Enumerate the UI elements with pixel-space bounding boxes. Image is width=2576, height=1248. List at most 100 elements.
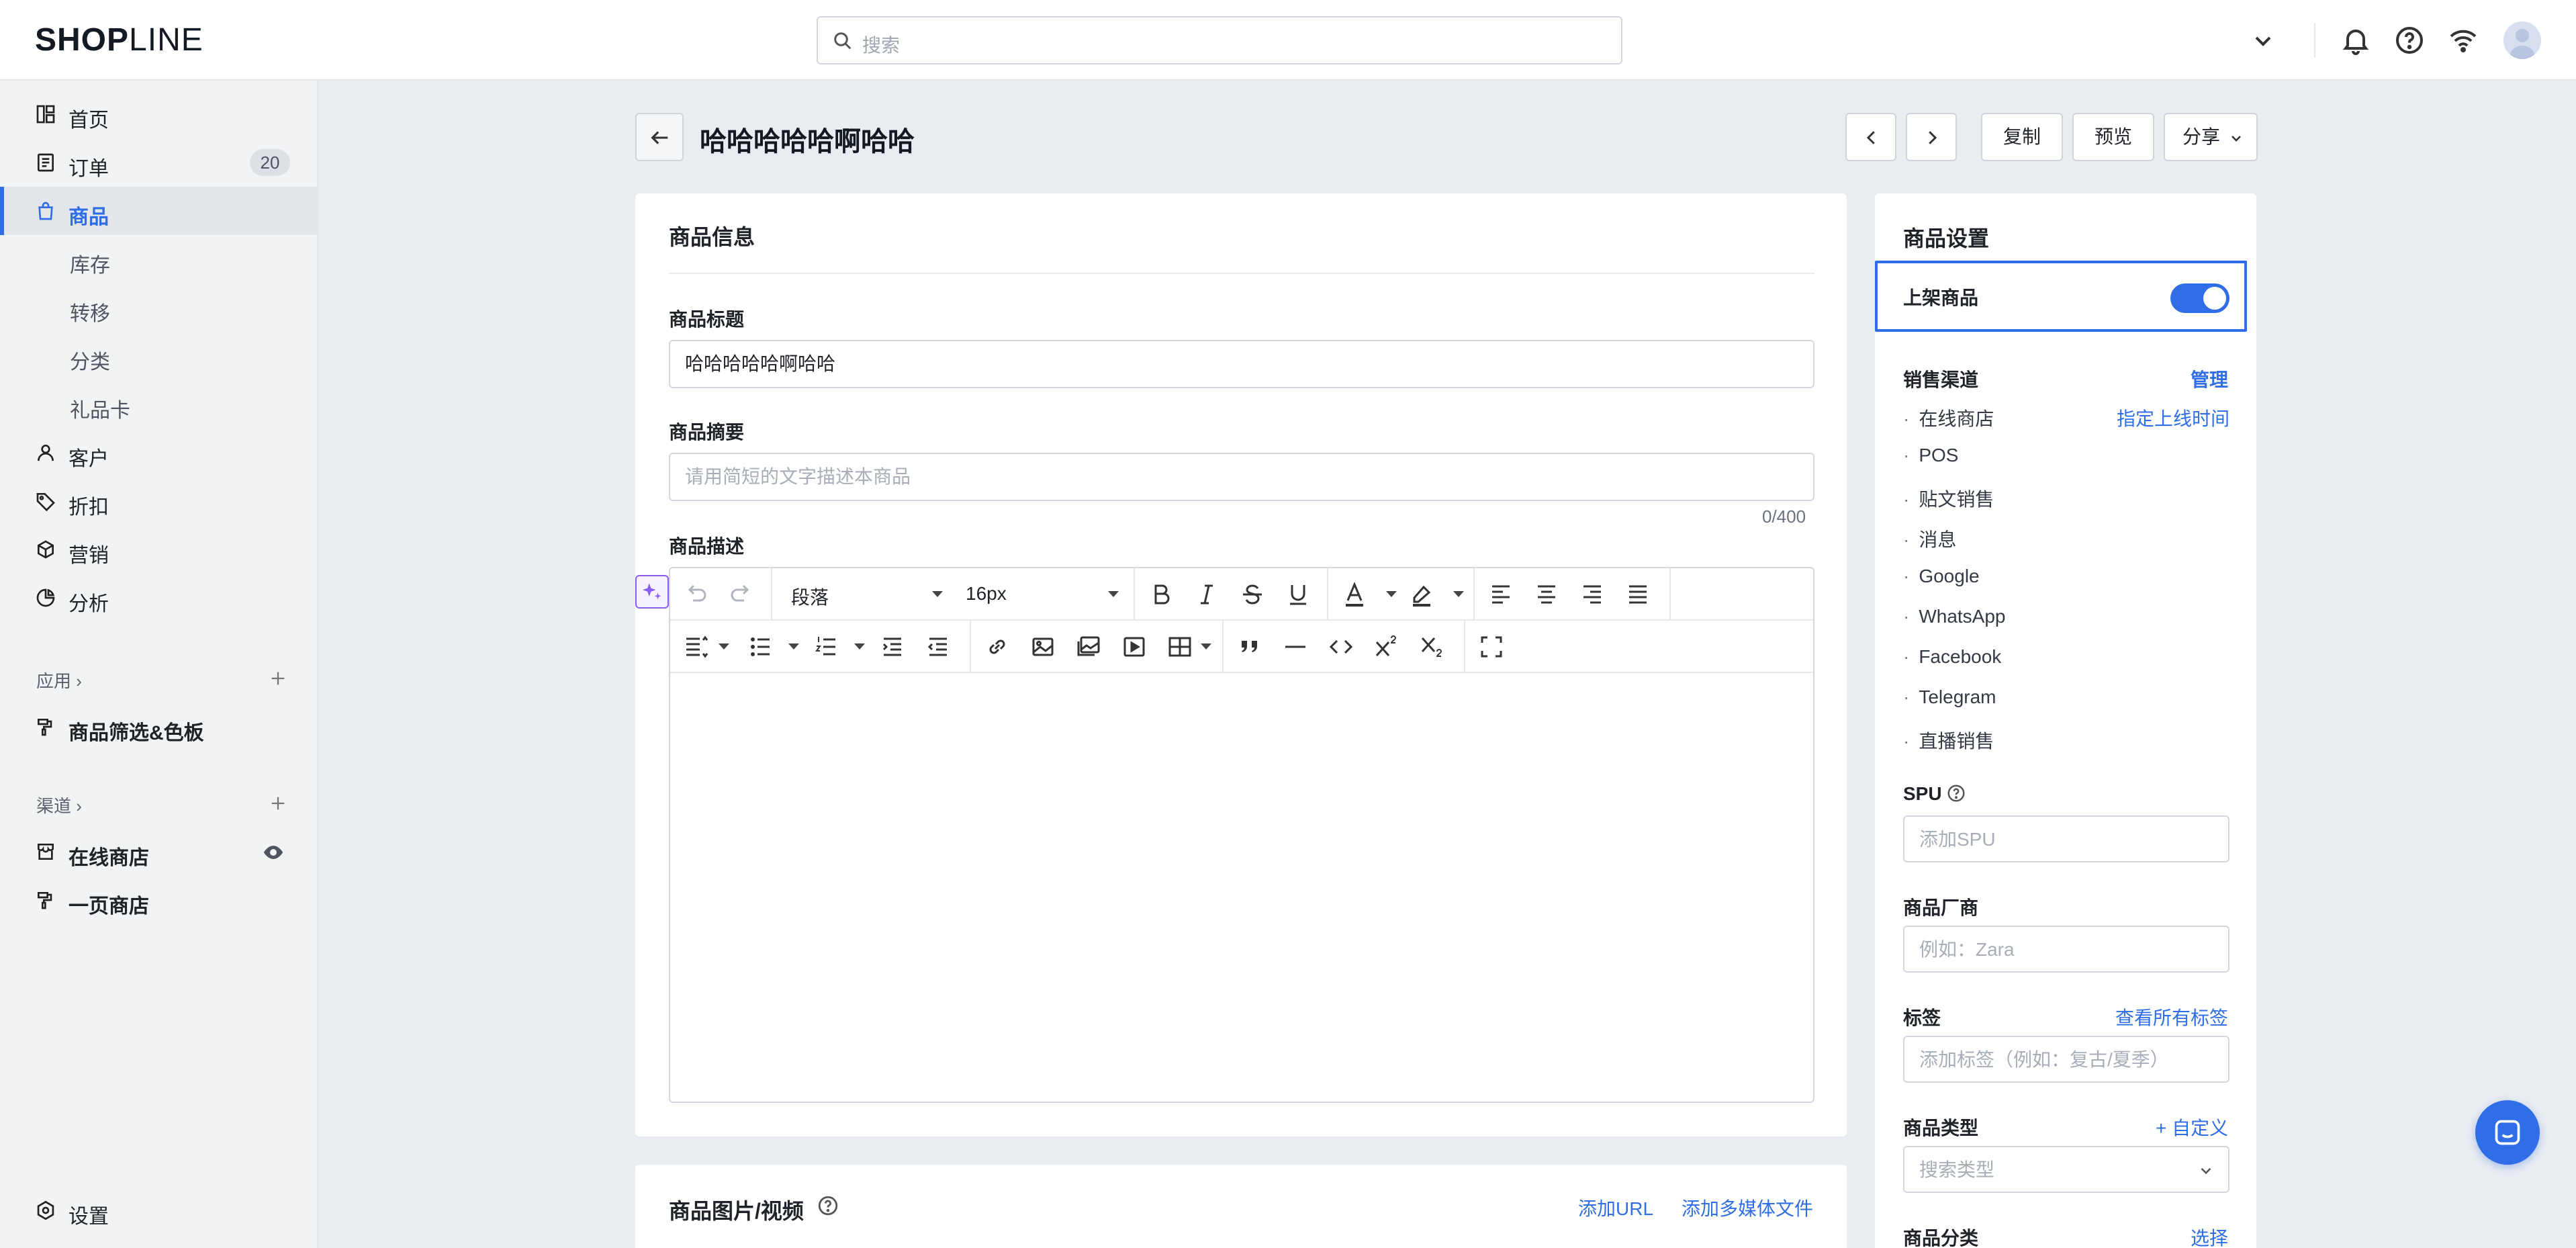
spu-input[interactable]: 添加SPU: [1903, 815, 2229, 862]
line-height-icon[interactable]: [680, 630, 713, 664]
chat-support-button[interactable]: [2475, 1100, 2540, 1165]
product-category-label: 商品分类: [1903, 1228, 1979, 1248]
back-button[interactable]: [635, 113, 684, 161]
order-icon: [38, 153, 54, 172]
chevron-down-icon[interactable]: [2247, 24, 2279, 56]
align-left-icon[interactable]: [1484, 578, 1518, 611]
eye-icon[interactable]: [262, 841, 285, 864]
wifi-icon[interactable]: [2447, 24, 2479, 56]
previous-product-button[interactable]: [1845, 113, 1896, 161]
sidebar-item-label: 首页: [68, 109, 109, 132]
text-color-icon[interactable]: [1338, 578, 1371, 611]
add-media-link[interactable]: 添加多媒体文件: [1682, 1194, 1813, 1221]
numbered-list-icon[interactable]: [810, 630, 843, 664]
sidebar-item-analytics[interactable]: 分析: [0, 574, 317, 622]
sidebar-item-marketing[interactable]: 营销: [0, 525, 317, 574]
table-caret-icon[interactable]: [1201, 643, 1211, 650]
select-category-link[interactable]: 选择: [2191, 1224, 2228, 1248]
sidebar-item-label: 商品: [68, 206, 109, 228]
tag-icon: [36, 493, 55, 512]
user-avatar[interactable]: [2503, 21, 2541, 59]
sidebar-item-online-store[interactable]: 在线商店: [0, 828, 317, 876]
manage-channels-link[interactable]: 管理: [2191, 365, 2228, 392]
bold-icon[interactable]: [1144, 578, 1178, 611]
bullet-list-icon[interactable]: [744, 630, 778, 664]
sidebar-item-one-page-store[interactable]: 一页商店: [0, 876, 317, 924]
sidebar-item-inventory[interactable]: 库存: [0, 235, 317, 283]
product-type-select[interactable]: 搜索类型: [1903, 1146, 2229, 1193]
paragraph-style-select[interactable]: 段落: [791, 583, 829, 610]
line-height-caret-icon[interactable]: [719, 643, 729, 650]
ai-assist-button[interactable]: [635, 575, 669, 609]
vendor-input[interactable]: 例如：Zara: [1903, 926, 2229, 973]
highlight-color-icon[interactable]: [1405, 578, 1438, 611]
add-channel-plus-icon[interactable]: [269, 794, 287, 813]
next-product-button[interactable]: [1906, 113, 1957, 161]
sidebar: 首页 订单 20 商品 库存 转移 分类 礼品卡 客户 折扣 营销 分析 应用 …: [0, 81, 318, 1248]
redo-icon[interactable]: [724, 578, 757, 611]
align-justify-icon[interactable]: [1621, 578, 1655, 611]
fullscreen-icon[interactable]: [1475, 630, 1508, 664]
search-box[interactable]: 搜索: [817, 16, 1622, 64]
highlight-caret-icon[interactable]: [1453, 591, 1464, 597]
bullet-list-caret-icon[interactable]: [788, 643, 799, 650]
shopline-logo[interactable]: SHOPLINE: [35, 21, 203, 58]
add-app-plus-icon[interactable]: [269, 669, 287, 688]
code-icon[interactable]: [1324, 630, 1358, 664]
topbar-divider: [2314, 23, 2315, 58]
publish-toggle[interactable]: [2170, 283, 2229, 313]
sidebar-item-discounts[interactable]: 折扣: [0, 477, 317, 525]
gallery-icon[interactable]: [1072, 630, 1105, 664]
add-url-link[interactable]: 添加URL: [1578, 1194, 1653, 1221]
tags-input[interactable]: 添加标签（例如：复古/夏季）: [1903, 1036, 2229, 1083]
link-icon[interactable]: [980, 630, 1014, 664]
bell-icon[interactable]: [2340, 24, 2372, 56]
product-title-input[interactable]: 哈哈哈哈哈啊哈哈: [669, 340, 1814, 388]
outdent-icon[interactable]: [921, 630, 955, 664]
sidebar-item-categories[interactable]: 分类: [0, 332, 317, 380]
italic-icon[interactable]: [1190, 578, 1224, 611]
rich-text-editor[interactable]: 段落 16px: [669, 567, 1814, 1103]
superscript-icon[interactable]: [1370, 630, 1404, 664]
font-size-select[interactable]: 16px: [966, 583, 1007, 605]
paragraph-caret-icon[interactable]: [932, 591, 943, 597]
sidebar-item-customers[interactable]: 客户: [0, 429, 317, 477]
sidebar-item-orders[interactable]: 订单 20: [0, 138, 317, 187]
indent-icon[interactable]: [876, 630, 909, 664]
sidebar-item-product-filter-app[interactable]: 商品筛选&色板: [0, 703, 317, 751]
strikethrough-icon[interactable]: [1236, 578, 1269, 611]
product-summary-input[interactable]: 请用简短的文字描述本商品: [669, 453, 1814, 501]
numbered-list-caret-icon[interactable]: [854, 643, 865, 650]
channels-section-header[interactable]: 渠道 ›: [36, 793, 82, 817]
page-title: 哈哈哈哈哈啊哈哈: [700, 127, 915, 157]
blockquote-icon[interactable]: [1233, 630, 1267, 664]
spu-label: SPU: [1903, 783, 1942, 804]
top-bar: SHOPLINE 搜索: [0, 0, 2576, 81]
sidebar-item-transfers[interactable]: 转移: [0, 283, 317, 332]
subscript-icon[interactable]: [1416, 630, 1449, 664]
sidebar-item-gift-cards[interactable]: 礼品卡: [0, 380, 317, 429]
table-icon[interactable]: [1163, 630, 1197, 664]
duplicate-button[interactable]: 复制: [1981, 113, 2063, 161]
align-right-icon[interactable]: [1575, 578, 1609, 611]
sidebar-item-products[interactable]: 商品: [0, 187, 317, 235]
horizontal-rule-icon[interactable]: [1279, 630, 1312, 664]
help-icon[interactable]: [1946, 783, 1966, 803]
align-center-icon[interactable]: [1530, 578, 1563, 611]
help-icon[interactable]: [817, 1194, 839, 1217]
custom-type-link[interactable]: + 自定义: [2156, 1114, 2228, 1141]
sidebar-item-home[interactable]: 首页: [0, 90, 317, 138]
text-color-caret-icon[interactable]: [1386, 591, 1397, 597]
undo-icon[interactable]: [680, 578, 713, 611]
font-size-caret-icon[interactable]: [1108, 591, 1119, 597]
image-icon[interactable]: [1026, 630, 1060, 664]
help-icon[interactable]: [2393, 24, 2426, 56]
view-all-tags-link[interactable]: 查看所有标签: [2115, 1004, 2228, 1030]
preview-button[interactable]: 预览: [2072, 113, 2154, 161]
underline-icon[interactable]: [1281, 578, 1315, 611]
video-icon[interactable]: [1117, 630, 1151, 664]
apps-section-header[interactable]: 应用 ›: [36, 668, 82, 693]
schedule-publish-link[interactable]: 指定上线时间: [2117, 404, 2229, 431]
share-button[interactable]: 分享: [2164, 113, 2258, 161]
sidebar-item-settings[interactable]: 设置: [0, 1186, 317, 1235]
